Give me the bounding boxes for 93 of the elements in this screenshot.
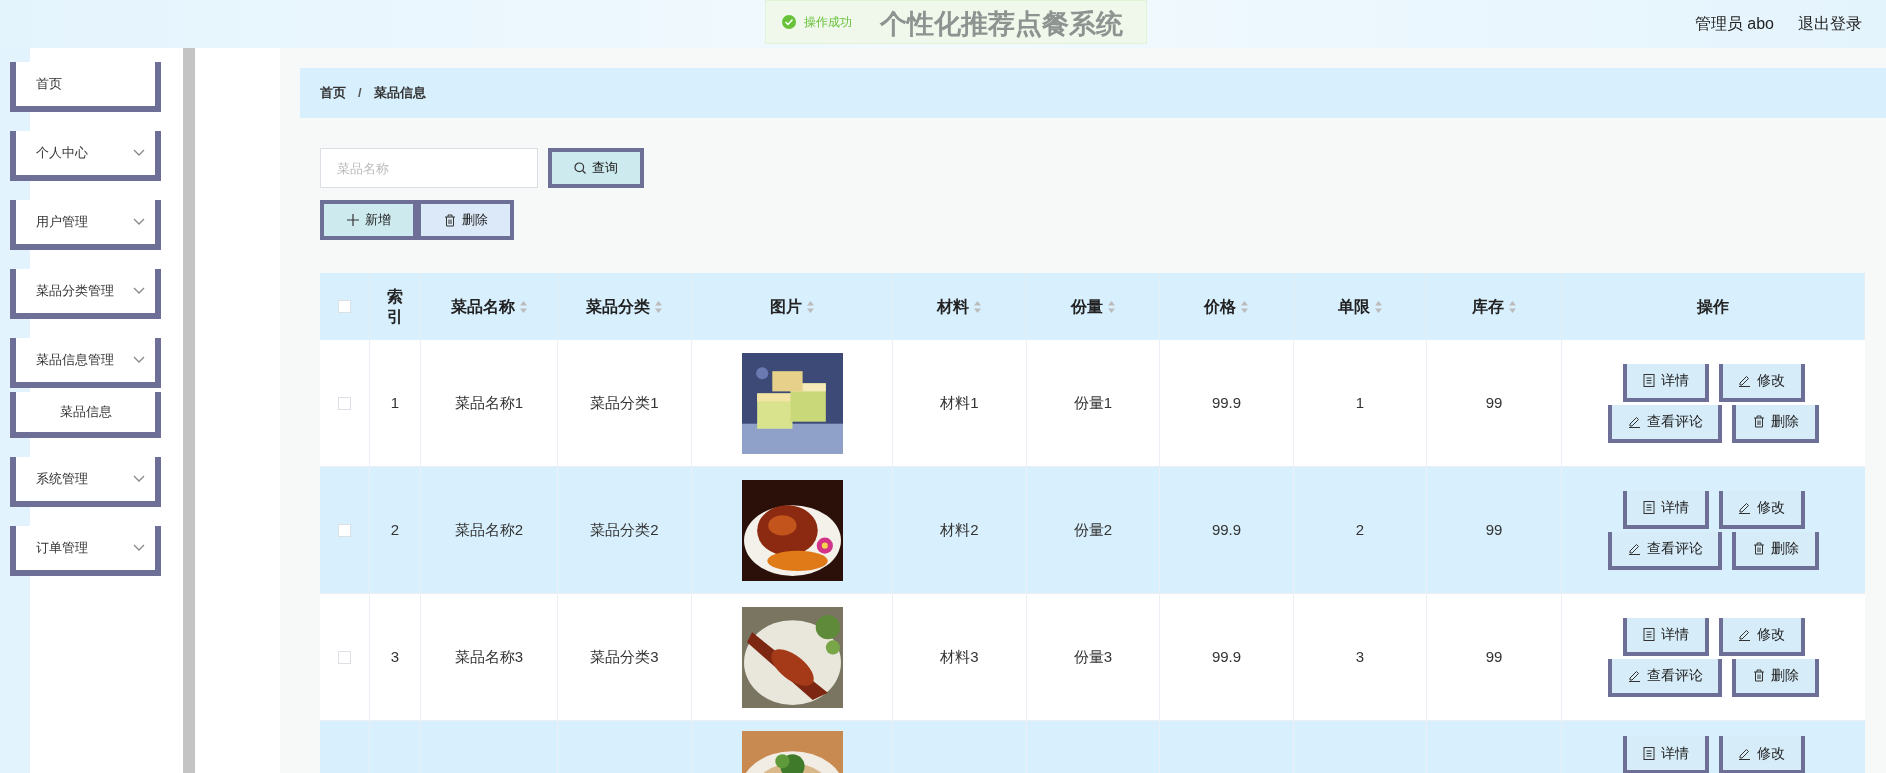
chevron-down-icon: [133, 475, 145, 483]
pencil-icon: [1627, 415, 1641, 428]
sort-icon: [1106, 299, 1116, 314]
chevron-down-icon: [133, 218, 145, 226]
sidebar-item[interactable]: 用户管理: [10, 200, 161, 250]
table-cell-text: 3: [1355, 646, 1365, 667]
table-cell-text: 材料2: [940, 519, 979, 540]
breadcrumb-item[interactable]: 首页: [320, 83, 346, 103]
action-button[interactable]: 修改: [1718, 736, 1805, 773]
sort-icon: [973, 299, 982, 314]
table-cell-text: 材料1: [940, 392, 979, 413]
table-cell-text: 99: [1485, 519, 1503, 540]
document-icon: [1642, 746, 1655, 760]
action-button[interactable]: 查看评论: [1608, 531, 1722, 570]
action-button[interactable]: 查看评论: [1608, 658, 1722, 697]
checkbox[interactable]: [338, 650, 351, 664]
action-button[interactable]: 详情: [1622, 490, 1709, 529]
table-cell-text: 菜品分类3: [590, 646, 659, 667]
action-button[interactable]: 查看评论: [1608, 404, 1722, 443]
checkbox[interactable]: [338, 396, 351, 410]
trash-icon: [443, 213, 456, 227]
sidebar-item[interactable]: 首页: [10, 62, 161, 112]
action-button[interactable]: 修改: [1718, 490, 1805, 529]
action-button[interactable]: 详情: [1622, 736, 1709, 773]
sidebar-item[interactable]: 系统管理: [10, 457, 161, 507]
trash-icon: [1752, 415, 1765, 428]
chevron-down-icon: [133, 356, 145, 364]
action-button[interactable]: 删除: [1732, 531, 1819, 570]
document-icon: [1642, 374, 1655, 387]
table-cell-text: 菜品名称2: [454, 519, 524, 540]
sort-icon: [1373, 299, 1383, 314]
search-button[interactable]: 查询: [548, 148, 644, 188]
sort-icon: [654, 299, 663, 314]
breadcrumb-separator: /: [358, 84, 362, 103]
sidebar-item[interactable]: 菜品分类管理: [10, 269, 161, 319]
pencil-icon: [1738, 628, 1751, 641]
sidebar-item[interactable]: 菜品信息管理: [10, 338, 161, 388]
plus-icon: [346, 214, 359, 226]
checkbox[interactable]: [338, 300, 351, 313]
table-cell-text: 99.9: [1211, 392, 1242, 413]
action-button[interactable]: 修改: [1718, 617, 1805, 656]
table-cell-text: 1: [1355, 392, 1365, 413]
table-cell-text: 菜品分类1: [590, 392, 659, 413]
toast-message: 操作成功: [804, 14, 852, 31]
table-cell-text: 2: [390, 519, 400, 540]
document-icon: [1642, 501, 1655, 514]
toolbar-button[interactable]: 删除: [417, 200, 514, 240]
toolbar-button[interactable]: 新增: [320, 200, 417, 240]
document-icon: [1642, 628, 1655, 641]
table-cell-text: 菜品名称1: [454, 392, 524, 413]
pencil-icon: [1738, 374, 1751, 387]
sidebar-item[interactable]: 个人中心: [10, 131, 161, 181]
table-cell-text: 菜品名称3: [454, 646, 524, 667]
sort-icon: [518, 299, 528, 314]
action-button[interactable]: 修改: [1718, 363, 1805, 402]
table-cell-text: 99: [1485, 392, 1503, 413]
sort-icon: [1240, 299, 1249, 314]
action-button[interactable]: 详情: [1622, 363, 1709, 402]
trash-icon: [1752, 669, 1765, 682]
action-button[interactable]: 删除: [1732, 404, 1819, 443]
sidebar-item[interactable]: 订单管理: [10, 526, 161, 576]
chevron-down-icon: [133, 287, 145, 295]
chevron-down-icon: [133, 544, 145, 552]
sort-icon: [1507, 299, 1517, 314]
table-cell-text: 份量1: [1073, 392, 1113, 413]
pencil-icon: [1738, 746, 1751, 760]
logout-link[interactable]: 退出登录: [1798, 12, 1862, 36]
check-circle-icon: [782, 15, 796, 29]
table-cell-text: 菜品分类2: [590, 519, 659, 540]
pencil-icon: [1738, 501, 1751, 514]
table-cell-text: 3: [390, 646, 400, 667]
search-field[interactable]: 菜品名称: [320, 148, 538, 188]
user-label: 管理员 abo: [1694, 14, 1774, 34]
table-cell-text: 99: [1485, 646, 1503, 667]
table-cell-text: 材料3: [940, 646, 979, 667]
action-button[interactable]: 详情: [1622, 617, 1709, 656]
pencil-icon: [1627, 542, 1641, 555]
table-cell-text: 1: [390, 392, 400, 413]
trash-icon: [1752, 542, 1765, 555]
breadcrumb-item[interactable]: 菜品信息: [373, 83, 426, 103]
chevron-down-icon: [133, 149, 145, 157]
table-cell-text: 99.9: [1211, 646, 1242, 667]
table-cell-text: 99.9: [1211, 519, 1242, 540]
table-cell-text: 份量2: [1073, 519, 1113, 540]
table-cell-text: 2: [1355, 519, 1365, 540]
action-button[interactable]: 删除: [1732, 658, 1819, 697]
app-title: 个性化推荐点餐系统: [880, 8, 1123, 41]
submenu-item[interactable]: 菜品信息: [10, 392, 161, 438]
search-icon: [574, 162, 586, 174]
checkbox[interactable]: [338, 523, 351, 537]
pencil-icon: [1627, 669, 1641, 682]
sort-icon: [805, 299, 815, 314]
table-cell-text: 份量3: [1073, 646, 1113, 667]
